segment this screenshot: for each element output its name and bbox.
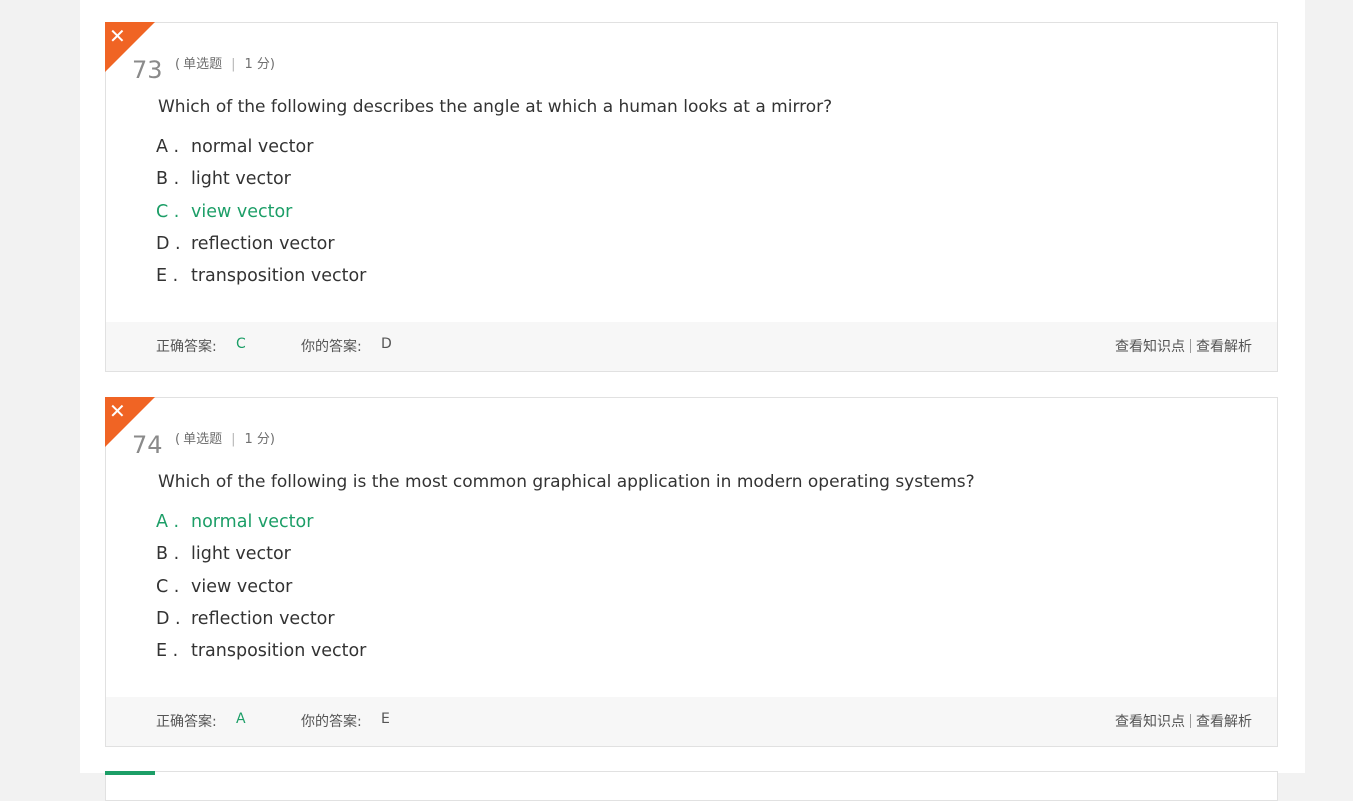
meta-open-paren: ( [175, 432, 181, 447]
question-card: ✕ 73 (单选题 | 1 分) Which of the following de… [105, 22, 1278, 372]
option-text: transposition vector [191, 641, 367, 662]
correct-corner-badge-partial [105, 771, 155, 775]
option-b: B . light vector [156, 167, 366, 199]
question-score-unit: 分 [256, 57, 270, 72]
your-answer-value: E [381, 711, 390, 727]
question-score: 1 [244, 57, 253, 72]
answer-bar: 正确答案: A 你的答案: E 查看知识点 查看解析 [106, 697, 1277, 746]
correct-answer-value: A [236, 711, 246, 727]
option-letter: E . [156, 641, 179, 662]
option-list: A . normal vector B . light vector C . view… [156, 135, 366, 296]
view-analysis-link[interactable]: 查看解析 [1196, 714, 1252, 730]
question-card-partial [105, 771, 1278, 801]
question-card: ✕ 74 (单选题 | 1 分) Which of the following is… [105, 397, 1278, 747]
option-text: transposition vector [191, 266, 367, 287]
meta-separator: | [231, 432, 236, 447]
question-score-unit: 分 [256, 432, 270, 447]
option-text: reflection vector [191, 233, 335, 254]
option-c-correct: C . view vector [156, 200, 366, 232]
view-knowledge-link[interactable]: 查看知识点 [1115, 714, 1185, 730]
option-text: normal vector [191, 512, 314, 532]
correct-answer-value: C [236, 336, 246, 352]
option-text: light vector [191, 169, 291, 190]
option-letter: A . [156, 137, 180, 157]
correct-answer-label: 正确答案: [156, 714, 217, 730]
question-meta: (单选题 | 1 分) [172, 428, 275, 447]
meta-close-paren: ) [269, 432, 275, 447]
your-answer-value: D [381, 336, 392, 352]
answer-links: 查看知识点 查看解析 [1115, 336, 1252, 356]
option-letter: E . [156, 266, 179, 287]
question-text: Which of the following is the most commo… [158, 472, 975, 492]
link-divider [1190, 339, 1191, 353]
option-c: C . view vector [156, 575, 366, 607]
view-knowledge-link[interactable]: 查看知识点 [1115, 339, 1185, 355]
your-answer-label: 你的答案: [301, 339, 362, 355]
view-analysis-link[interactable]: 查看解析 [1196, 339, 1252, 355]
option-b: B . light vector [156, 542, 366, 574]
option-a-correct: A . normal vector [156, 510, 366, 542]
option-d: D . reflection vector [156, 607, 366, 639]
meta-separator: | [231, 57, 236, 72]
option-letter: C . [156, 576, 180, 597]
option-text: normal vector [191, 137, 314, 157]
meta-close-paren: ) [269, 57, 275, 72]
close-icon: ✕ [109, 24, 126, 48]
option-a: A . normal vector [156, 135, 366, 167]
option-d: D . reflection vector [156, 232, 366, 264]
answer-links: 查看知识点 查看解析 [1115, 711, 1252, 731]
option-e: E . transposition vector [156, 639, 366, 671]
question-text: Which of the following describes the ang… [158, 97, 833, 117]
option-letter: B . [156, 169, 180, 190]
question-type: 单选题 [183, 432, 223, 447]
close-icon: ✕ [109, 399, 126, 423]
question-number: 73 [132, 56, 163, 84]
option-letter: C . [156, 201, 180, 222]
link-divider [1190, 714, 1191, 728]
option-list: A . normal vector B . light vector C . view… [156, 510, 366, 671]
option-letter: B . [156, 544, 180, 565]
question-score: 1 [244, 432, 253, 447]
answer-bar: 正确答案: C 你的答案: D 查看知识点 查看解析 [106, 322, 1277, 371]
correct-answer-label: 正确答案: [156, 339, 217, 355]
option-text: view vector [191, 201, 293, 222]
your-answer-label: 你的答案: [301, 714, 362, 730]
option-letter: D . [156, 233, 181, 254]
option-text: light vector [191, 544, 291, 565]
question-meta: (单选题 | 1 分) [172, 53, 275, 72]
option-text: view vector [191, 576, 293, 597]
meta-open-paren: ( [175, 57, 181, 72]
option-e: E . transposition vector [156, 264, 366, 296]
option-letter: A . [156, 512, 180, 532]
question-type: 单选题 [183, 57, 223, 72]
question-number: 74 [132, 431, 163, 459]
option-text: reflection vector [191, 608, 335, 629]
option-letter: D . [156, 608, 181, 629]
